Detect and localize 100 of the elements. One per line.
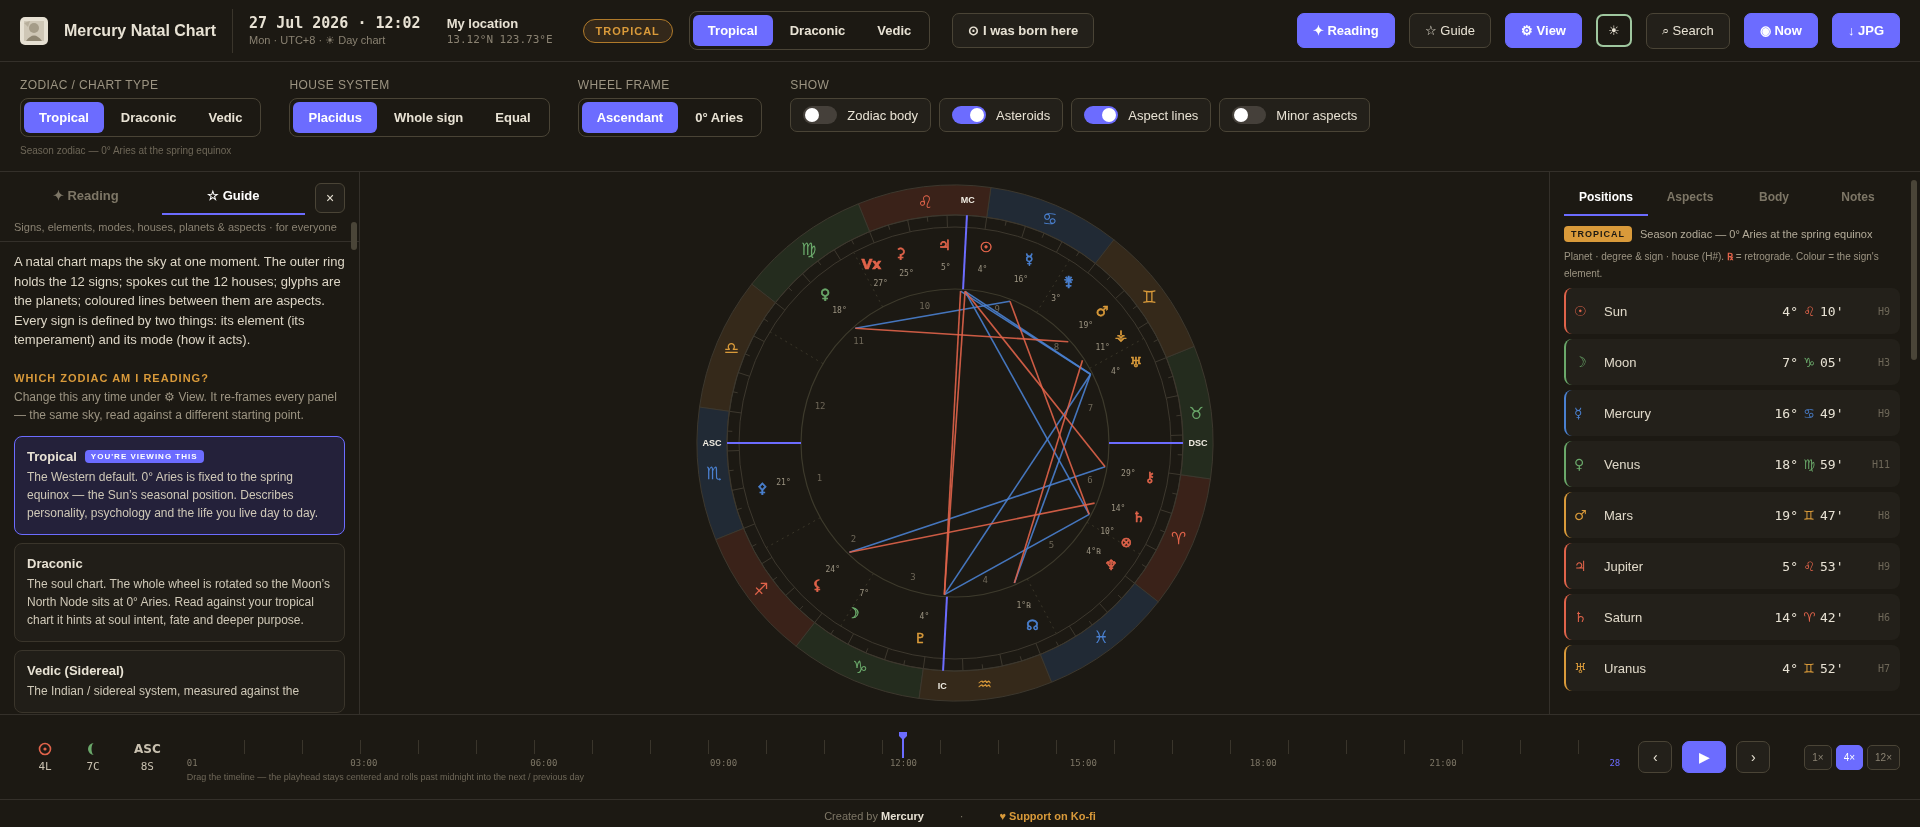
house-text: H7 bbox=[1876, 662, 1890, 674]
sign-glyph: ♑ bbox=[1802, 354, 1816, 370]
scrollbar-thumb[interactable] bbox=[1911, 180, 1917, 360]
playhead[interactable] bbox=[899, 732, 908, 758]
degree-label: 29° bbox=[1120, 469, 1136, 479]
zodiac-tab[interactable]: Vedic bbox=[862, 15, 927, 46]
toggle-chip[interactable]: Aspect lines bbox=[1071, 98, 1212, 132]
option-button[interactable]: 0° Aries bbox=[680, 102, 759, 133]
option-button[interactable]: Draconic bbox=[105, 102, 192, 133]
kofi-link[interactable]: ♥ Support on Ko-fi bbox=[999, 810, 1096, 822]
panel-tab[interactable]: Body bbox=[1732, 182, 1816, 216]
card-title: Vedic (Sidereal) bbox=[27, 662, 124, 678]
play-button[interactable]: ▶ bbox=[1682, 741, 1727, 773]
readout-value: 8S bbox=[140, 759, 154, 773]
location-coords: 13.12°N 123.73°E bbox=[446, 32, 553, 46]
planet-glyph: ♃ bbox=[937, 237, 951, 254]
planet-row[interactable]: ♄ Saturn 14° ♈ 42' H6 bbox=[1564, 594, 1900, 640]
toolbar-button[interactable]: ↓ JPG bbox=[1831, 13, 1900, 48]
planet-row[interactable]: ♃ Jupiter 5° ♌ 53' H9 bbox=[1564, 543, 1900, 589]
viewing-badge: YOU'RE VIEWING THIS bbox=[84, 449, 204, 463]
step-button[interactable]: › bbox=[1736, 741, 1771, 773]
planet-row[interactable]: ♅ Uranus 4° ♊ 52' H7 bbox=[1564, 645, 1900, 691]
zodiac-tab[interactable]: Draconic bbox=[774, 15, 861, 46]
planet-row[interactable]: ♂ Mars 19° ♊ 47' H8 bbox=[1564, 492, 1900, 538]
intro-paragraph: A natal chart maps the sky at one moment. The outer ring holds the 12 signs; spokes cut the 12 houses; glyphs are the planets; coloured lines between them are aspects. Every sign is defined by two things: its element (its temperament) and its mode (how it acts). bbox=[14, 253, 345, 349]
toolbar-button[interactable]: ✦ Reading bbox=[1296, 13, 1395, 48]
sign-glyph: ♌ bbox=[917, 191, 933, 212]
card-text: The Indian / sidereal system, measured against the bbox=[27, 682, 301, 700]
section-heading: WHICH ZODIAC AM I READING? bbox=[14, 371, 210, 384]
sun-icon bbox=[38, 741, 52, 756]
planet-row[interactable]: ☉ Sun 4° ♌ 10' H9 bbox=[1564, 288, 1900, 334]
toggle-chip[interactable]: Minor aspects bbox=[1219, 98, 1371, 132]
planet-glyph: Vx bbox=[860, 255, 881, 272]
app-title: Mercury Natal Chart bbox=[64, 8, 234, 53]
time-label: 21:00 bbox=[1429, 758, 1457, 768]
sign-glyph: ♌ bbox=[1802, 303, 1816, 319]
time-label: 03:00 bbox=[350, 758, 378, 768]
degree-label: 1°℞ bbox=[1015, 600, 1031, 610]
toolbar-button[interactable]: ⌕ Search bbox=[1646, 12, 1730, 49]
option-button[interactable]: Equal bbox=[480, 102, 546, 133]
panel-tab[interactable]: Aspects bbox=[1648, 182, 1732, 216]
house-number: 8 bbox=[1053, 341, 1059, 352]
panel-tab[interactable]: ☆ Guide bbox=[161, 180, 305, 215]
toggle-switch[interactable] bbox=[952, 106, 987, 124]
panel-tab[interactable]: Notes bbox=[1816, 182, 1900, 216]
planet-row[interactable]: ♀ Venus 18° ♍ 59' H11 bbox=[1564, 441, 1900, 487]
close-button[interactable]: × bbox=[315, 182, 345, 213]
planet-row[interactable]: ☿ Mercury 16° ♋ 49' H9 bbox=[1564, 390, 1900, 436]
zodiac-card[interactable]: Draconic The soul chart. The whole wheel is rotated so the Moon’s North Node sits at 0° Aries. Read against your tropical chart it hints at soul intent, fate and deeper purpose. bbox=[14, 542, 345, 642]
minutes-text: 59' bbox=[1820, 456, 1845, 472]
panel-tab[interactable]: ✦ Reading bbox=[14, 180, 158, 215]
theme-button[interactable]: ☀ bbox=[1596, 14, 1632, 47]
speed-button[interactable]: 12× bbox=[1867, 744, 1900, 770]
sign-glyph: ♈ bbox=[1170, 527, 1186, 548]
time-label: 01 bbox=[186, 758, 198, 768]
minutes-text: 47' bbox=[1820, 507, 1845, 523]
planet-name: Mercury bbox=[1604, 405, 1652, 421]
scrollbar-thumb[interactable] bbox=[351, 222, 357, 250]
readout-value: 7C bbox=[86, 759, 100, 773]
zodiac-card[interactable]: Vedic (Sidereal) The Indian / sidereal system, measured against the bbox=[14, 649, 345, 713]
date-time: 27 Jul 2026 · 12:02 bbox=[249, 14, 421, 32]
sign-glyph: ♉ bbox=[1188, 403, 1204, 424]
planet-glyph: ♀ bbox=[819, 285, 830, 302]
toggle-label: Aspect lines bbox=[1128, 107, 1199, 123]
born-here-button[interactable]: ⊙ I was born here bbox=[952, 13, 1095, 48]
toggle-switch[interactable] bbox=[1232, 106, 1267, 124]
option-button[interactable]: Vedic bbox=[193, 102, 258, 133]
degree-label: 19° bbox=[1078, 320, 1093, 330]
house-number: 2 bbox=[850, 534, 856, 545]
degree-label: 24° bbox=[825, 565, 840, 575]
sign-glyph: ♊ bbox=[1802, 507, 1816, 523]
degree-label: 4°℞ bbox=[1085, 546, 1101, 556]
toolbar-button[interactable]: ⚙ View bbox=[1505, 13, 1582, 48]
card-title: Draconic bbox=[27, 555, 83, 571]
degree-text: 18° bbox=[1773, 456, 1798, 472]
panel-tab[interactable]: Positions bbox=[1564, 182, 1648, 216]
house-number: 5 bbox=[1048, 539, 1054, 550]
step-button[interactable]: ‹ bbox=[1638, 741, 1673, 773]
degree-text: 5° bbox=[1781, 558, 1798, 574]
sign-glyph: ♊ bbox=[1140, 286, 1157, 307]
toggle-chip[interactable]: Zodiac body bbox=[790, 98, 932, 132]
sign-glyph: ♈ bbox=[1802, 609, 1816, 625]
house-number: 3 bbox=[909, 571, 916, 582]
option-button[interactable]: Whole sign bbox=[378, 102, 479, 133]
degree-label: 4° bbox=[919, 611, 929, 621]
option-button[interactable]: Tropical bbox=[24, 102, 104, 133]
toggle-chip[interactable]: Asteroids bbox=[939, 98, 1064, 132]
option-button[interactable]: Ascendant bbox=[581, 102, 679, 133]
toggle-switch[interactable] bbox=[803, 106, 838, 124]
toolbar-button[interactable]: ◉ Now bbox=[1743, 13, 1818, 48]
zodiac-card[interactable]: Tropical YOU'RE VIEWING THIS The Western default. 0° Aries is fixed to the spring equinox — the Sun’s seasonal position. Describes personality, psychology and the life you live day to day. bbox=[14, 435, 345, 535]
planet-row[interactable]: ☽ Moon 7° ♑ 05' H3 bbox=[1564, 339, 1900, 385]
toggle-switch[interactable] bbox=[1084, 106, 1119, 124]
degree-label: 25° bbox=[898, 269, 914, 279]
zodiac-tab[interactable]: Tropical bbox=[692, 15, 773, 46]
speed-button[interactable]: 1× bbox=[1804, 744, 1832, 770]
angle-label: DSC bbox=[1188, 438, 1207, 448]
toolbar-button[interactable]: ☆ Guide bbox=[1408, 13, 1491, 48]
speed-button[interactable]: 4× bbox=[1835, 744, 1864, 770]
option-button[interactable]: Placidus bbox=[293, 102, 377, 133]
